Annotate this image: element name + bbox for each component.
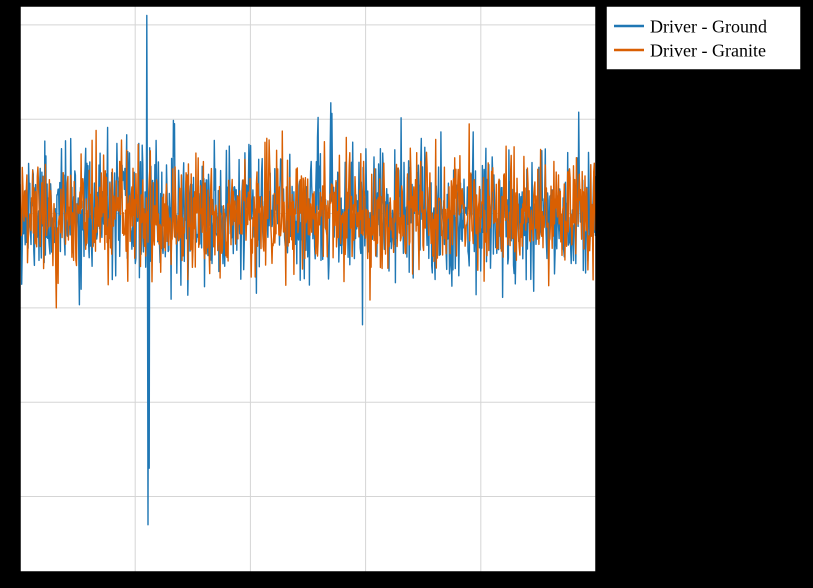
legend-label-0: Driver - Ground [650,16,767,36]
legend: Driver - Ground Driver - Granite [606,6,801,70]
noise-chart: Driver - Ground Driver - Granite [0,0,813,588]
legend-label-1: Driver - Granite [650,40,766,60]
plot-area [20,6,596,572]
